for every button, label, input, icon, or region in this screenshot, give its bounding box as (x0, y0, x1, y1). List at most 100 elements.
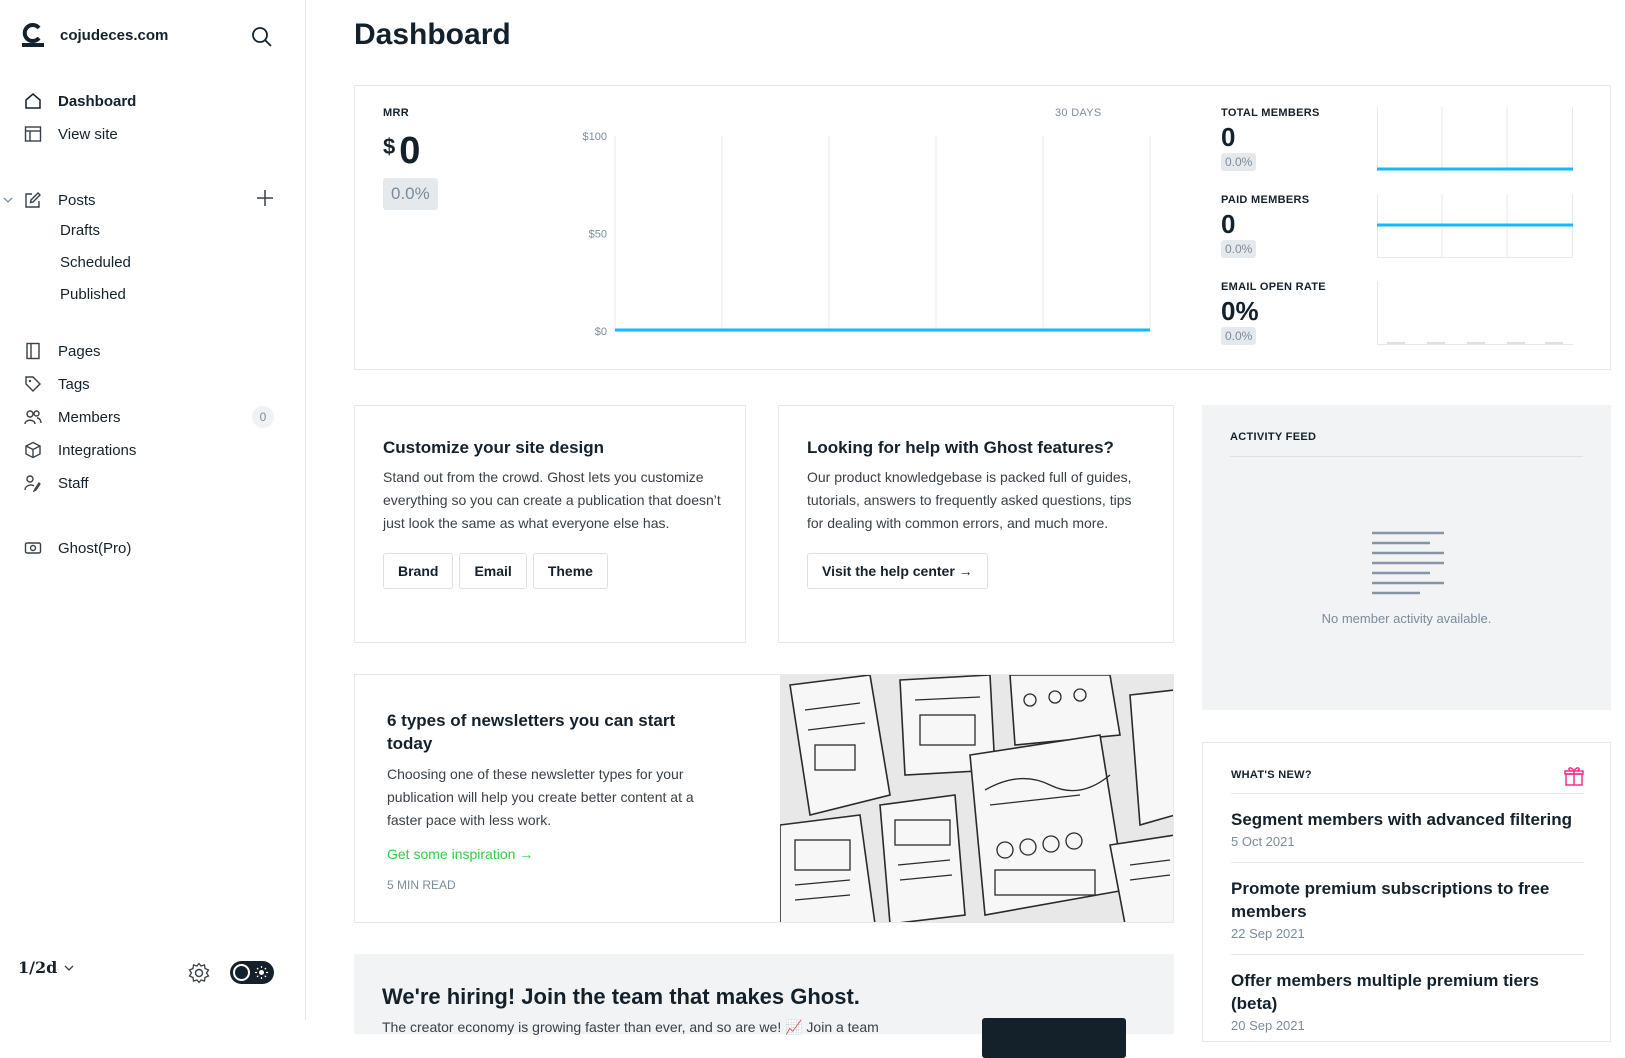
activity-feed-empty-text: No member activity available. (1202, 611, 1611, 626)
paid-members-value: 0 (1221, 210, 1309, 238)
sidebar-item-integrations[interactable]: Integrations (0, 435, 306, 465)
pencil-square-icon (24, 191, 42, 209)
help-description: Our product knowledgebase is packed full… (807, 466, 1137, 535)
paid-members-change: 0.0% (1221, 240, 1256, 258)
sidebar-item-scheduled[interactable]: Scheduled (60, 254, 131, 271)
home-icon (24, 92, 42, 110)
email-button[interactable]: Email (459, 553, 526, 589)
whats-new-item-date: 22 Sep 2021 (1231, 926, 1584, 941)
whats-new-item-title[interactable]: Segment members with advanced filtering (1231, 808, 1584, 831)
sidebar-item-label: Tags (58, 376, 90, 393)
whats-new-item-title[interactable]: Promote premium subscriptions to free me… (1231, 877, 1584, 923)
activity-feed-card: ACTIVITY FEED No member activity availab… (1202, 405, 1611, 710)
sidebar-item-staff[interactable]: Staff (0, 468, 306, 498)
sidebar: cojudeces.com Dashboard View site Posts … (0, 0, 306, 1020)
y-tick-label: $50 (589, 229, 607, 241)
sidebar-item-label: View site (58, 126, 118, 143)
sidebar-item-pages[interactable]: Pages (0, 336, 306, 366)
whats-new-item[interactable]: Promote premium subscriptions to free me… (1231, 862, 1584, 941)
help-card: Looking for help with Ghost features? Ou… (778, 405, 1174, 643)
main-content: Dashboard MRR $ 0 0.0% 30 DAYS $100 $50 $0… (306, 0, 1625, 1020)
mrr-label: MRR (383, 107, 409, 119)
sidebar-item-label: Members (58, 409, 121, 426)
theme-button[interactable]: Theme (533, 553, 608, 589)
sidebar-item-dashboard[interactable]: Dashboard (0, 86, 306, 116)
sidebar-item-view-site[interactable]: View site (0, 119, 306, 149)
mrr-value: $ 0 (383, 130, 420, 173)
ghost-pro-icon (24, 539, 42, 557)
user-menu[interactable]: 1/2d (18, 958, 75, 977)
overview-card: MRR $ 0 0.0% 30 DAYS $100 $50 $0 TOTAL MEM… (354, 85, 1611, 370)
sidebar-item-label: Pages (58, 343, 101, 360)
date-range-label[interactable]: 30 DAYS (1055, 107, 1102, 119)
email-open-rate-label: EMAIL OPEN RATE (1221, 281, 1326, 293)
add-post-icon[interactable] (255, 188, 275, 208)
email-open-rate-change: 0.0% (1221, 327, 1256, 345)
hiring-title: We're hiring! Join the team that makes G… (382, 984, 860, 1010)
total-members-change: 0.0% (1221, 153, 1256, 171)
hiring-button[interactable] (982, 1018, 1126, 1058)
sidebar-item-label: Posts (58, 192, 96, 209)
whats-new-item-title[interactable]: Offer members multiple premium tiers (be… (1231, 969, 1584, 1015)
sidebar-item-members[interactable]: Members 0 (0, 402, 306, 432)
paid-members-label: PAID MEMBERS (1221, 194, 1309, 206)
sidebar-item-tags[interactable]: Tags (0, 369, 306, 399)
whats-new-item[interactable]: Segment members with advanced filtering … (1231, 793, 1584, 849)
brand-button[interactable]: Brand (383, 553, 453, 589)
whats-new-item-date: 20 Sep 2021 (1231, 1018, 1584, 1033)
page-title: Dashboard (354, 18, 511, 52)
activity-feed-title: ACTIVITY FEED (1230, 431, 1316, 443)
mrr-chart: $100 $50 $0 (575, 131, 1155, 356)
sidebar-item-label: Ghost(Pro) (58, 540, 131, 557)
whats-new-item[interactable]: Offer members multiple premium tiers (be… (1231, 954, 1584, 1033)
divider (1230, 456, 1583, 457)
search-icon (251, 26, 273, 48)
whats-new-title: WHAT'S NEW? (1231, 769, 1312, 781)
hiring-banner: We're hiring! Join the team that makes G… (354, 954, 1174, 1034)
gear-icon (188, 962, 210, 984)
empty-list-icon (1370, 529, 1446, 597)
sun-icon (255, 966, 268, 979)
sidebar-item-label: Staff (58, 475, 89, 492)
sidebar-item-label: Integrations (58, 442, 136, 459)
customize-card: Customize your site design Stand out fro… (354, 405, 746, 643)
sidebar-item-label: Dashboard (58, 93, 136, 110)
avatar: 1/2d (18, 958, 57, 977)
hiring-description: The creator economy is growing faster th… (382, 1019, 879, 1036)
search-button[interactable] (251, 26, 273, 48)
paid-members-stat: PAID MEMBERS 0 0.0% (1221, 194, 1309, 258)
gift-icon (1563, 765, 1585, 787)
article-card[interactable]: 6 types of newsletters you can start tod… (354, 674, 1174, 923)
article-link[interactable]: Get some inspiration → (387, 846, 717, 862)
cube-icon (24, 441, 42, 459)
customize-description: Stand out from the crowd. Ghost lets you… (383, 466, 723, 535)
sidebar-item-ghost-pro[interactable]: Ghost(Pro) (0, 533, 306, 563)
article-image (780, 675, 1174, 923)
article-read-time: 5 MIN READ (387, 878, 717, 892)
settings-button[interactable] (188, 962, 210, 984)
y-tick-label: $0 (595, 326, 607, 338)
members-icon (24, 408, 42, 426)
night-mode-toggle[interactable] (230, 961, 274, 984)
help-center-button[interactable]: Visit the help center → (807, 553, 988, 589)
mrr-currency: $ (383, 134, 395, 160)
site-name: cojudeces.com (60, 27, 168, 44)
customize-title: Customize your site design (383, 438, 723, 458)
toggle-knob (233, 964, 250, 981)
site-brand[interactable]: cojudeces.com (22, 22, 168, 48)
page-icon (24, 342, 42, 360)
article-text: 6 types of newsletters you can start tod… (387, 709, 717, 892)
whats-new-card: WHAT'S NEW? Segment members with advance… (1202, 742, 1611, 1042)
staff-icon (24, 474, 42, 492)
tag-icon (24, 375, 42, 393)
paid-members-sparkline (1377, 194, 1573, 258)
chevron-down-icon (63, 962, 75, 974)
sidebar-item-posts[interactable]: Posts (0, 185, 240, 215)
sidebar-item-published[interactable]: Published (60, 286, 126, 303)
sidebar-item-drafts[interactable]: Drafts (60, 222, 100, 239)
y-tick-label: $100 (583, 131, 607, 143)
email-open-rate-value: 0% (1221, 297, 1326, 325)
article-title: 6 types of newsletters you can start tod… (387, 709, 717, 755)
total-members-label: TOTAL MEMBERS (1221, 107, 1320, 119)
whats-new-item-date: 5 Oct 2021 (1231, 834, 1584, 849)
